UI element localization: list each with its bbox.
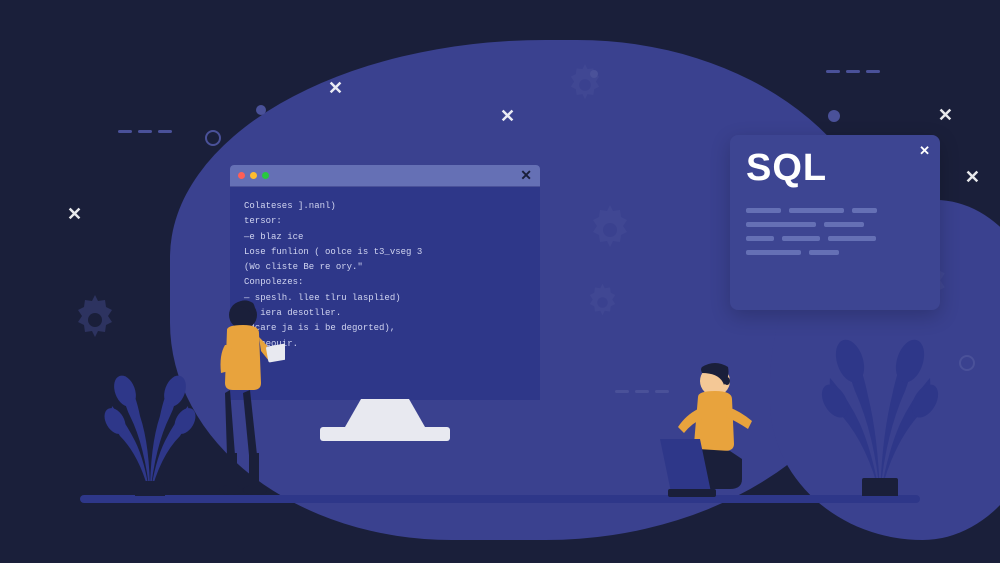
code-line: Conpolezes:: [244, 275, 526, 290]
code-line: (Wo cliste Be re ory.": [244, 260, 526, 275]
dot-icon: [256, 105, 266, 115]
plant-icon: [820, 336, 940, 496]
code-line: tersor:: [244, 214, 526, 229]
gear-icon: [580, 280, 625, 325]
close-icon: ✕: [520, 167, 532, 184]
code-line: — speslh. llee tlru lasplied): [244, 291, 526, 306]
code-line: vdcare ja is i be degorted),: [244, 321, 526, 336]
circle-icon: [205, 130, 221, 146]
sql-title: SQL: [746, 147, 924, 190]
person-sitting: [660, 359, 780, 499]
x-mark-icon: ✕: [500, 106, 515, 127]
x-mark-icon: ✕: [67, 204, 82, 225]
circle-icon: [959, 355, 975, 371]
minimize-dot-icon: [250, 172, 257, 179]
code-line: Lose funlion ( oolce is t3_vseg 3: [244, 245, 526, 260]
dashes-icon: [826, 70, 880, 73]
gear-icon: [580, 200, 640, 260]
traffic-lights: [238, 172, 269, 179]
code-line: 2o iera desotller.: [244, 306, 526, 321]
dashes-icon: [118, 130, 172, 133]
monitor-foot: [320, 427, 450, 441]
person-standing: [205, 295, 285, 495]
gear-icon: [65, 290, 125, 350]
x-mark-icon: ✕: [328, 78, 343, 99]
code-line: le ceouir.: [244, 337, 526, 352]
sql-card: ✕ SQL: [730, 135, 940, 310]
window-titlebar: ✕: [230, 165, 540, 187]
floor-line: [80, 495, 920, 503]
x-mark-icon: ✕: [938, 105, 953, 126]
close-dot-icon: [238, 172, 245, 179]
gear-icon: [560, 60, 610, 110]
monitor-stand: [345, 399, 425, 427]
plant-icon: [100, 366, 200, 496]
sql-placeholder-lines: [746, 208, 924, 255]
maximize-dot-icon: [262, 172, 269, 179]
dot-icon: [828, 110, 840, 122]
x-mark-icon: ✕: [965, 167, 980, 188]
code-line: Colateses ].nanl): [244, 199, 526, 214]
close-icon: ✕: [919, 143, 930, 159]
code-line: —e blaz ice: [244, 230, 526, 245]
